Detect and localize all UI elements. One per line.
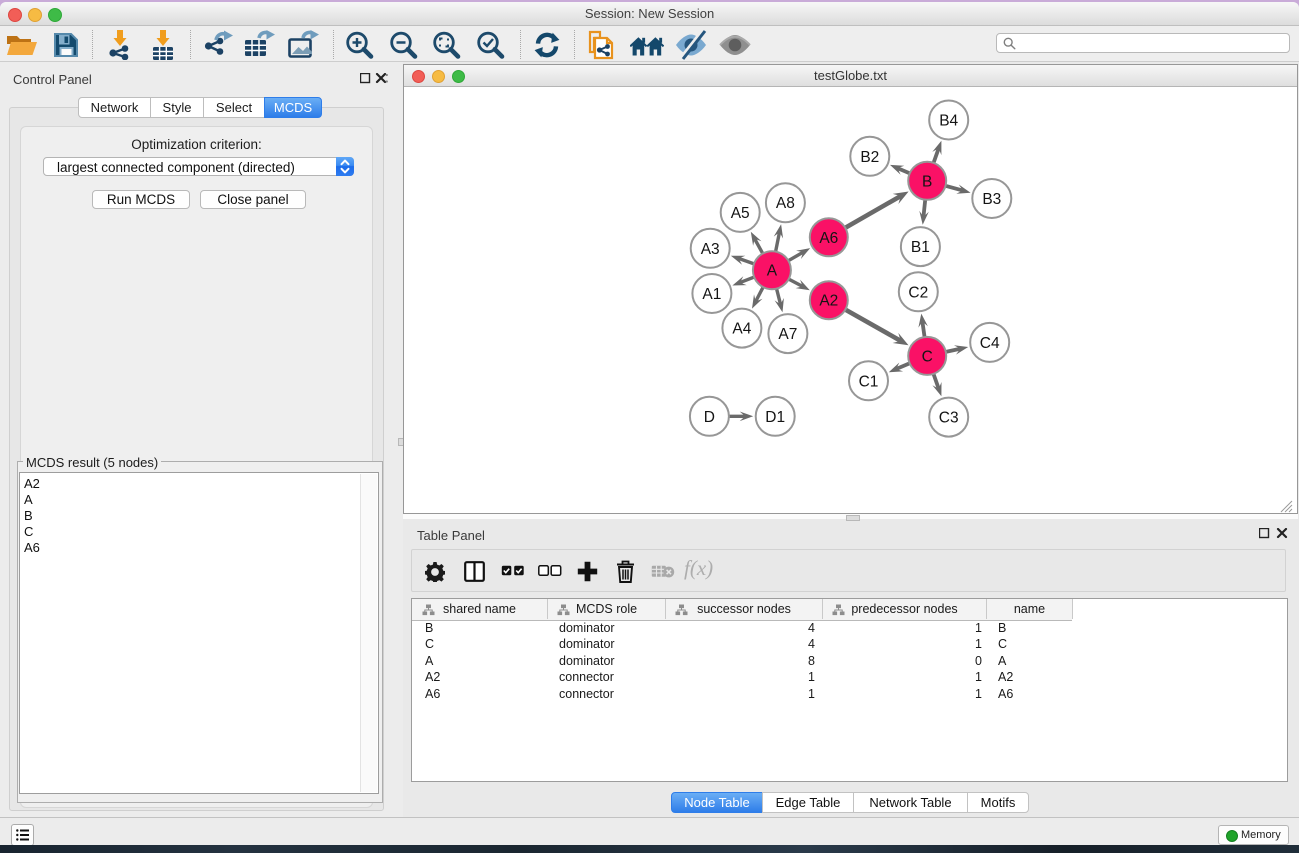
- svg-text:A3: A3: [701, 241, 720, 258]
- svg-text:D: D: [704, 409, 715, 426]
- svg-text:A8: A8: [776, 195, 795, 212]
- svg-text:C3: C3: [939, 410, 959, 427]
- svg-text:B3: B3: [982, 191, 1001, 208]
- svg-text:A2: A2: [819, 293, 838, 310]
- svg-text:B4: B4: [939, 113, 958, 130]
- svg-text:C: C: [922, 348, 933, 365]
- svg-text:A5: A5: [731, 205, 750, 222]
- svg-text:A4: A4: [732, 321, 751, 338]
- svg-text:B2: B2: [860, 149, 879, 166]
- svg-text:C1: C1: [859, 373, 879, 390]
- svg-text:C2: C2: [908, 284, 928, 301]
- svg-text:A7: A7: [778, 326, 797, 343]
- svg-text:A1: A1: [702, 286, 721, 303]
- svg-text:C4: C4: [980, 335, 1000, 352]
- svg-text:B1: B1: [911, 239, 930, 256]
- svg-text:A: A: [767, 263, 778, 280]
- svg-text:A6: A6: [819, 230, 838, 247]
- svg-text:B: B: [922, 173, 932, 190]
- svg-text:D1: D1: [765, 409, 785, 426]
